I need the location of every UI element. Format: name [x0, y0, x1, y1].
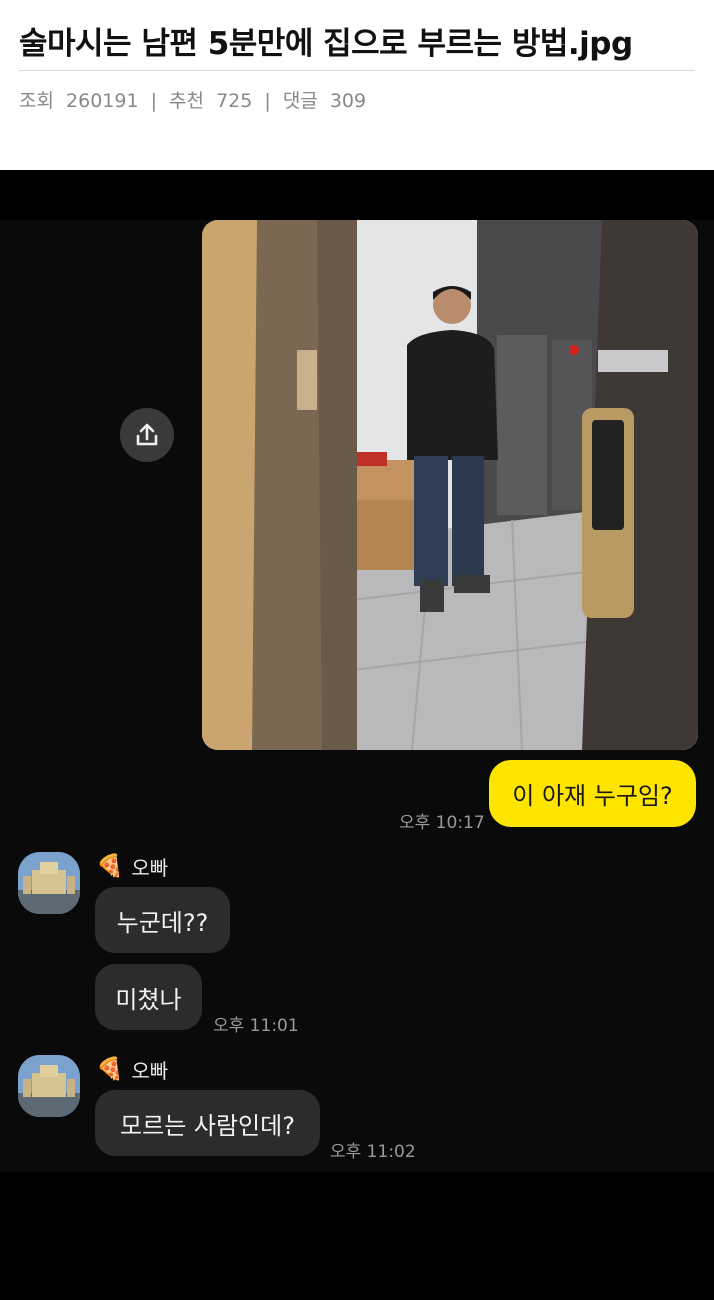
incoming-message-bubble[interactable]: 모르는 사람인데? — [95, 1090, 320, 1156]
meta-separator: | — [264, 90, 271, 112]
avatar-photo — [18, 852, 80, 914]
post-meta: 조회 260191 | 추천 725 | 댓글 309 — [19, 86, 366, 113]
incoming-message-bubble[interactable]: 미쳤나 — [95, 964, 202, 1030]
incoming-message-text: 모르는 사람인데? — [120, 1111, 295, 1140]
sender-name-row: 🍕 오빠 — [96, 852, 168, 881]
post-title: 술마시는 남편 5분만에 집으로 부르는 방법.jpg — [19, 26, 633, 62]
avatar-photo — [18, 1055, 80, 1117]
pizza-icon: 🍕 — [96, 854, 124, 879]
sender-name: 오빠 — [131, 1059, 169, 1083]
views-count: 260191 — [66, 90, 139, 112]
comments-label: 댓글 — [282, 90, 318, 112]
incoming-message-bubble[interactable]: 누군데?? — [95, 887, 230, 953]
outgoing-message-text: 이 아재 누구임? — [512, 782, 673, 810]
incoming-message-time: 오후 11:01 — [213, 1016, 299, 1036]
photo-doorway-man — [202, 220, 698, 750]
incoming-message-text: 누군데?? — [116, 908, 209, 937]
share-icon — [136, 423, 158, 446]
bottom-blank-area — [0, 1172, 714, 1300]
pizza-icon: 🍕 — [96, 1057, 124, 1082]
comments-count: 309 — [329, 90, 367, 112]
views-label: 조회 — [19, 90, 54, 112]
sender-name-row: 🍕 오빠 — [96, 1055, 168, 1084]
outgoing-message-time: 오후 10:17 — [399, 813, 485, 833]
share-button[interactable] — [120, 408, 174, 462]
post-header: 술마시는 남편 5분만에 집으로 부르는 방법.jpg 조회 260191 | … — [0, 0, 714, 170]
likes-label: 추천 — [169, 90, 205, 112]
chat-top-bar — [0, 170, 714, 220]
divider — [19, 70, 695, 71]
incoming-message-text: 미쳤나 — [115, 985, 182, 1014]
sent-photo[interactable] — [202, 220, 698, 750]
meta-separator: | — [150, 90, 157, 112]
chat-screenshot: 이 아재 누구임? 오후 10:17 🍕 오빠 누군데?? 미쳤나 오후 11:… — [0, 170, 714, 1172]
outgoing-message-bubble[interactable]: 이 아재 누구임? — [489, 760, 696, 827]
incoming-message-time: 오후 11:02 — [330, 1142, 416, 1162]
sender-name: 오빠 — [131, 856, 169, 880]
likes-count: 725 — [216, 90, 253, 112]
sender-avatar[interactable] — [18, 1055, 80, 1117]
sender-avatar[interactable] — [18, 852, 80, 914]
